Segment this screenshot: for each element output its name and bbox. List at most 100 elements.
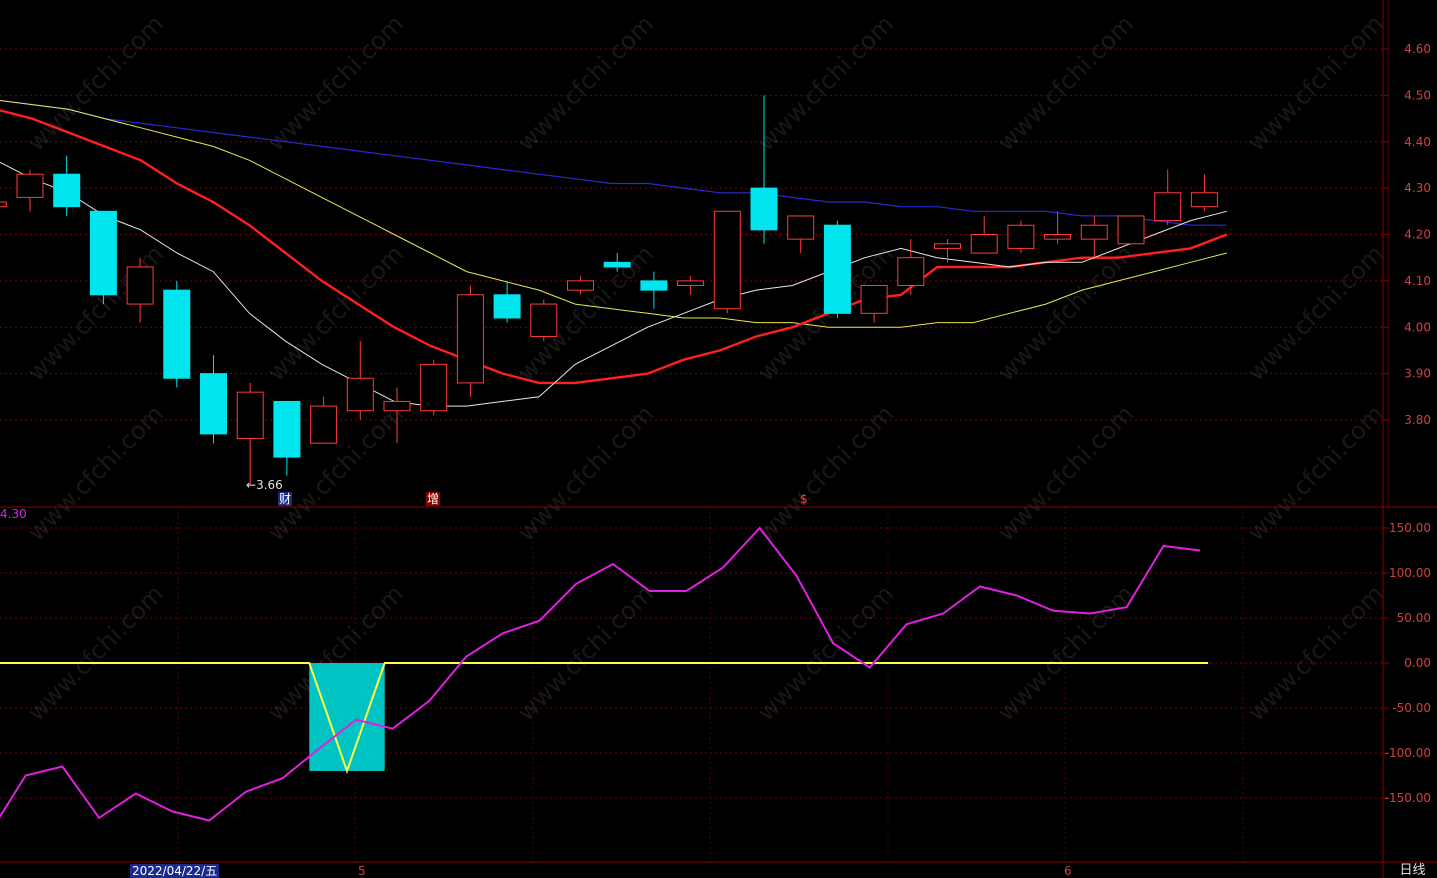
candle-body	[567, 280, 594, 291]
candle[interactable]	[1190, 174, 1218, 212]
candle[interactable]	[860, 285, 888, 323]
candle-body	[346, 377, 374, 412]
watermark-text: www.cfchi.com	[752, 400, 899, 547]
candle-body	[1117, 215, 1145, 245]
candle[interactable]	[163, 280, 191, 388]
candle-body	[89, 210, 117, 296]
candle-body	[0, 201, 7, 208]
candle-body	[1190, 192, 1218, 208]
candle[interactable]	[126, 257, 154, 323]
indicator-tick-label: 150.00	[1389, 521, 1431, 535]
candle[interactable]	[1117, 215, 1145, 245]
grid-lines	[0, 48, 1383, 862]
price-tick-label: 3.90	[1404, 367, 1431, 381]
price-tick-label: 4.30	[1404, 181, 1431, 195]
price-tick-label: 4.10	[1404, 274, 1431, 288]
candle[interactable]	[200, 355, 227, 444]
candle[interactable]	[934, 239, 961, 263]
candle[interactable]	[1007, 220, 1035, 254]
candle-body	[236, 391, 264, 440]
watermark-text: www.cfchi.com	[22, 400, 169, 547]
candle-body	[420, 363, 448, 412]
watermark-text: www.cfchi.com	[1242, 580, 1389, 727]
axes: 4.60 4.50 4.40 4.30 4.20 4.10 4.00 3.90 3.80 150.…	[0, 0, 1437, 878]
candle-body	[1080, 224, 1108, 240]
watermark-text: www.cfchi.com	[1242, 240, 1389, 387]
period-selector[interactable]: 日线	[1388, 863, 1437, 878]
indicator-tick-label: 0.00	[1404, 656, 1431, 670]
price-tick-label: 4.60	[1404, 42, 1431, 56]
candle[interactable]	[1080, 215, 1108, 258]
candle[interactable]	[0, 197, 7, 216]
candle[interactable]	[310, 396, 338, 444]
indicator-tick-label: 100.00	[1389, 566, 1431, 580]
signal-fill-area	[309, 663, 385, 771]
candle[interactable]	[713, 210, 741, 314]
indicator-tick-label: -150.00	[1385, 791, 1431, 805]
candle[interactable]	[273, 400, 301, 476]
indicator-tick-label: 50.00	[1397, 611, 1431, 625]
candle-body	[970, 234, 998, 254]
candle-body	[713, 210, 741, 310]
stock-chart[interactable]: www.cfchi.com www.cfchi.com www.cfchi.com w…	[0, 0, 1437, 878]
candle[interactable]	[970, 215, 998, 254]
event-marker-dividend[interactable]: $	[800, 492, 808, 506]
candle-body	[273, 400, 301, 458]
candle[interactable]	[89, 210, 117, 305]
candle[interactable]	[346, 341, 374, 420]
candle-body	[934, 243, 961, 249]
price-tick-label: 3.80	[1404, 413, 1431, 427]
candle[interactable]	[493, 280, 521, 323]
candle-body	[493, 294, 521, 319]
candle[interactable]	[16, 169, 44, 212]
candle-body	[200, 373, 227, 435]
watermark-text: www.cfchi.com	[752, 580, 899, 727]
watermark-text: www.cfchi.com	[262, 10, 409, 157]
month-label-may: 5	[358, 864, 366, 878]
candle[interactable]	[787, 215, 815, 254]
indicator-tick-label: -50.00	[1392, 701, 1431, 715]
watermark-text: www.cfchi.com	[992, 580, 1139, 727]
candle-body	[677, 280, 705, 287]
candle[interactable]	[456, 285, 484, 397]
candle[interactable]	[236, 382, 264, 485]
arrow-left-icon: ←	[246, 478, 257, 492]
watermark-text: www.cfchi.com	[512, 400, 659, 547]
event-marker-increase[interactable]: 增	[426, 492, 441, 506]
candle-body	[310, 405, 338, 444]
watermark-text: www.cfchi.com	[992, 10, 1139, 157]
candle[interactable]	[420, 359, 448, 416]
candle[interactable]	[823, 220, 851, 318]
candle[interactable]	[897, 239, 925, 295]
candle-body	[787, 215, 815, 240]
cursor-date-label: 2022/04/22/五	[130, 864, 220, 878]
watermark-text: www.cfchi.com	[992, 400, 1139, 547]
candle[interactable]	[530, 299, 558, 342]
price-tick-label: 4.20	[1404, 228, 1431, 242]
candle[interactable]	[640, 271, 668, 309]
watermark-text: www.cfchi.com	[22, 10, 169, 157]
candle[interactable]	[53, 155, 81, 216]
candle-body	[53, 173, 81, 208]
candle-body	[860, 285, 888, 314]
indicator-current-value: 4.30	[0, 507, 27, 521]
month-label-june: 6	[1064, 864, 1072, 878]
candle-body	[163, 289, 191, 379]
candle-body	[383, 400, 411, 412]
candle-body	[530, 303, 558, 338]
candle-body	[823, 224, 851, 314]
price-tick-label: 4.00	[1404, 320, 1431, 334]
candle-body	[16, 173, 44, 198]
candle-body	[750, 187, 778, 231]
indicator-tick-label: -100.00	[1385, 746, 1431, 760]
candle[interactable]	[1044, 211, 1072, 244]
candle[interactable]	[1154, 169, 1182, 226]
candle-body	[126, 266, 154, 305]
candle-body	[1154, 192, 1182, 222]
candle[interactable]	[677, 276, 705, 295]
watermark-text: www.cfchi.com	[1242, 10, 1389, 157]
event-marker-finance[interactable]: 财	[278, 492, 293, 506]
candle-body	[603, 261, 631, 268]
watermark-text: www.cfchi.com	[992, 240, 1139, 387]
watermark-text: www.cfchi.com	[752, 10, 899, 157]
